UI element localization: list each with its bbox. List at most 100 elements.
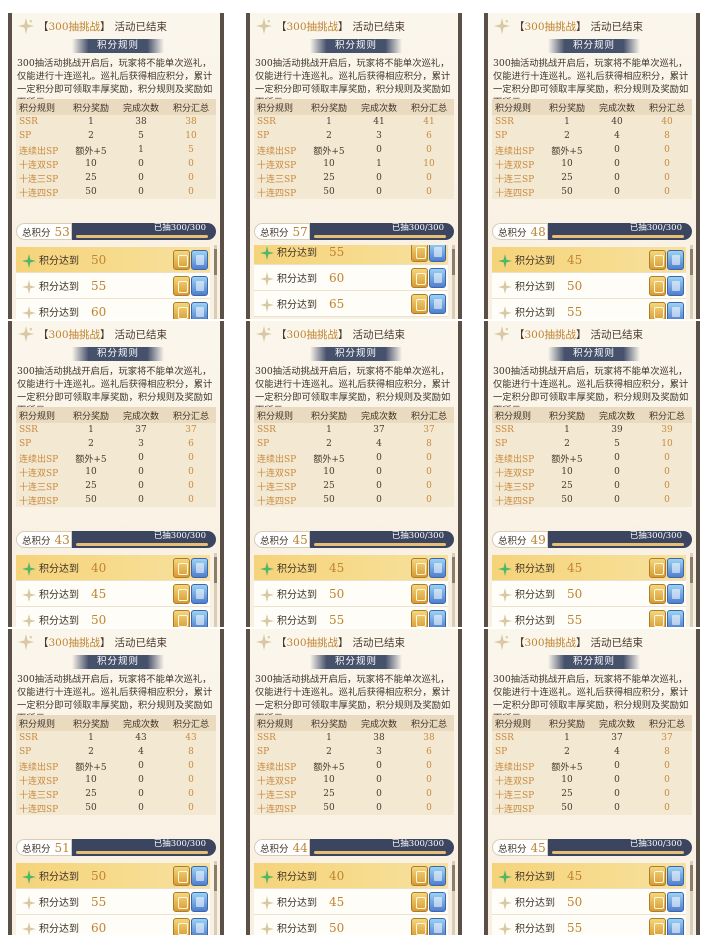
reward-row[interactable]: 积分达到 55 — [492, 915, 686, 935]
gold-ticket-icon[interactable] — [649, 610, 666, 627]
gold-ticket-icon[interactable] — [411, 245, 428, 262]
reward-row[interactable]: 积分达到 50 — [16, 863, 210, 889]
reward-row[interactable]: 积分达到 60 — [16, 915, 210, 935]
reward-row[interactable]: 积分达到 50 — [492, 273, 686, 299]
reward-row[interactable]: 积分达到 50 — [16, 247, 210, 273]
blue-card-icon[interactable] — [667, 276, 684, 296]
reward-list[interactable]: 积分达到 45 积分达到 50 积分达到 55 — [254, 553, 450, 627]
gold-ticket-icon[interactable] — [173, 302, 190, 319]
scrollbar-thumb[interactable] — [690, 557, 693, 583]
gold-ticket-icon[interactable] — [173, 610, 190, 627]
gold-ticket-icon[interactable] — [649, 892, 666, 912]
reward-row[interactable]: 积分达到 60 — [16, 299, 210, 319]
reward-row[interactable]: 积分达到 65 — [254, 291, 448, 317]
scrollbar-thumb[interactable] — [690, 865, 693, 891]
gold-ticket-icon[interactable] — [649, 866, 666, 886]
blue-card-icon[interactable] — [429, 268, 446, 288]
gold-ticket-icon[interactable] — [649, 302, 666, 319]
scrollbar-thumb[interactable] — [690, 249, 693, 275]
reward-list[interactable]: 积分达到 40 积分达到 45 积分达到 50 — [254, 861, 450, 935]
gold-ticket-icon[interactable] — [411, 866, 428, 886]
reward-list[interactable]: 积分达到 45 积分达到 50 积分达到 55 — [492, 553, 688, 627]
reward-threshold-label: 积分达到 — [515, 616, 555, 627]
scrollbar-thumb[interactable] — [452, 249, 455, 275]
blue-card-icon[interactable] — [191, 250, 208, 270]
gold-ticket-icon[interactable] — [173, 250, 190, 270]
reward-row[interactable]: 积分达到 45 — [492, 555, 686, 581]
gold-ticket-icon[interactable] — [173, 892, 190, 912]
blue-card-icon[interactable] — [429, 610, 446, 627]
blue-card-icon[interactable] — [667, 558, 684, 578]
blue-card-icon[interactable] — [191, 276, 208, 296]
gold-ticket-icon[interactable] — [649, 250, 666, 270]
blue-card-icon[interactable] — [429, 558, 446, 578]
gold-ticket-icon[interactable] — [173, 918, 190, 935]
blue-card-icon[interactable] — [191, 558, 208, 578]
reward-row[interactable]: 积分达到 55 — [16, 273, 210, 299]
reward-row[interactable]: 积分达到 45 — [492, 863, 686, 889]
gold-ticket-icon[interactable] — [173, 866, 190, 886]
reward-row[interactable]: 积分达到 45 — [254, 889, 448, 915]
reward-row[interactable]: 积分达到 55 — [492, 607, 686, 627]
blue-card-icon[interactable] — [667, 918, 684, 935]
reward-row[interactable]: 积分达到 50 — [254, 581, 448, 607]
blue-card-icon[interactable] — [429, 584, 446, 604]
blue-card-icon[interactable] — [429, 866, 446, 886]
blue-card-icon[interactable] — [191, 892, 208, 912]
gold-ticket-icon[interactable] — [411, 584, 428, 604]
scrollbar-thumb[interactable] — [214, 865, 217, 891]
blue-card-icon[interactable] — [429, 918, 446, 935]
blue-card-icon[interactable] — [667, 250, 684, 270]
reward-row[interactable]: 积分达到 40 — [16, 555, 210, 581]
gold-ticket-icon[interactable] — [649, 276, 666, 296]
gold-ticket-icon[interactable] — [649, 558, 666, 578]
gold-ticket-icon[interactable] — [411, 268, 428, 288]
gold-ticket-icon[interactable] — [173, 584, 190, 604]
gold-ticket-icon[interactable] — [173, 276, 190, 296]
blue-card-icon[interactable] — [429, 294, 446, 314]
reward-row[interactable]: 积分达到 50 — [492, 889, 686, 915]
scrollbar-thumb[interactable] — [452, 557, 455, 583]
gold-ticket-icon[interactable] — [411, 610, 428, 627]
blue-card-icon[interactable] — [667, 584, 684, 604]
reward-list[interactable]: 积分达到 50 积分达到 55 积分达到 60 — [16, 245, 212, 319]
reward-row[interactable]: 积分达到 45 — [254, 555, 448, 581]
blue-card-icon[interactable] — [191, 584, 208, 604]
blue-card-icon[interactable] — [667, 302, 684, 319]
reward-row[interactable]: 积分达到 50 — [254, 915, 448, 935]
reward-list[interactable]: 积分达到 45 积分达到 50 积分达到 55 — [492, 861, 688, 935]
reward-row[interactable]: 积分达到 60 — [254, 265, 448, 291]
reward-row[interactable]: 积分达到 50 — [16, 607, 210, 627]
gold-ticket-icon[interactable] — [649, 918, 666, 935]
blue-card-icon[interactable] — [667, 866, 684, 886]
gold-ticket-icon[interactable] — [649, 584, 666, 604]
blue-card-icon[interactable] — [429, 892, 446, 912]
reward-row[interactable]: 积分达到 55 — [254, 607, 448, 627]
reward-list[interactable]: 积分达到 45 积分达到 50 积分达到 55 — [492, 245, 688, 319]
gold-ticket-icon[interactable] — [173, 558, 190, 578]
gold-ticket-icon[interactable] — [411, 892, 428, 912]
reward-row[interactable]: 积分达到 40 — [254, 863, 448, 889]
scrollbar-thumb[interactable] — [452, 865, 455, 891]
reward-row[interactable]: 积分达到 55 — [16, 889, 210, 915]
reward-row[interactable]: 积分达到 45 — [492, 247, 686, 273]
blue-card-icon[interactable] — [191, 866, 208, 886]
reward-row[interactable]: 积分达到 45 — [16, 581, 210, 607]
reward-list[interactable]: 积分达到 40 积分达到 45 积分达到 50 — [16, 553, 212, 627]
reward-row[interactable]: 积分达到 50 — [492, 581, 686, 607]
blue-card-icon[interactable] — [191, 610, 208, 627]
reward-row[interactable]: 积分达到 55 — [254, 245, 448, 265]
scrollbar-thumb[interactable] — [214, 557, 217, 583]
blue-card-icon[interactable] — [429, 245, 446, 262]
scrollbar-thumb[interactable] — [214, 249, 217, 275]
blue-card-icon[interactable] — [191, 302, 208, 319]
gold-ticket-icon[interactable] — [411, 558, 428, 578]
reward-row[interactable]: 积分达到 55 — [492, 299, 686, 319]
gold-ticket-icon[interactable] — [411, 294, 428, 314]
blue-card-icon[interactable] — [191, 918, 208, 935]
reward-list[interactable]: 积分达到 50 积分达到 55 积分达到 60 — [16, 861, 212, 935]
reward-list[interactable]: 积分达到 55 积分达到 60 积分达到 65 — [254, 245, 450, 319]
gold-ticket-icon[interactable] — [411, 918, 428, 935]
blue-card-icon[interactable] — [667, 892, 684, 912]
blue-card-icon[interactable] — [667, 610, 684, 627]
